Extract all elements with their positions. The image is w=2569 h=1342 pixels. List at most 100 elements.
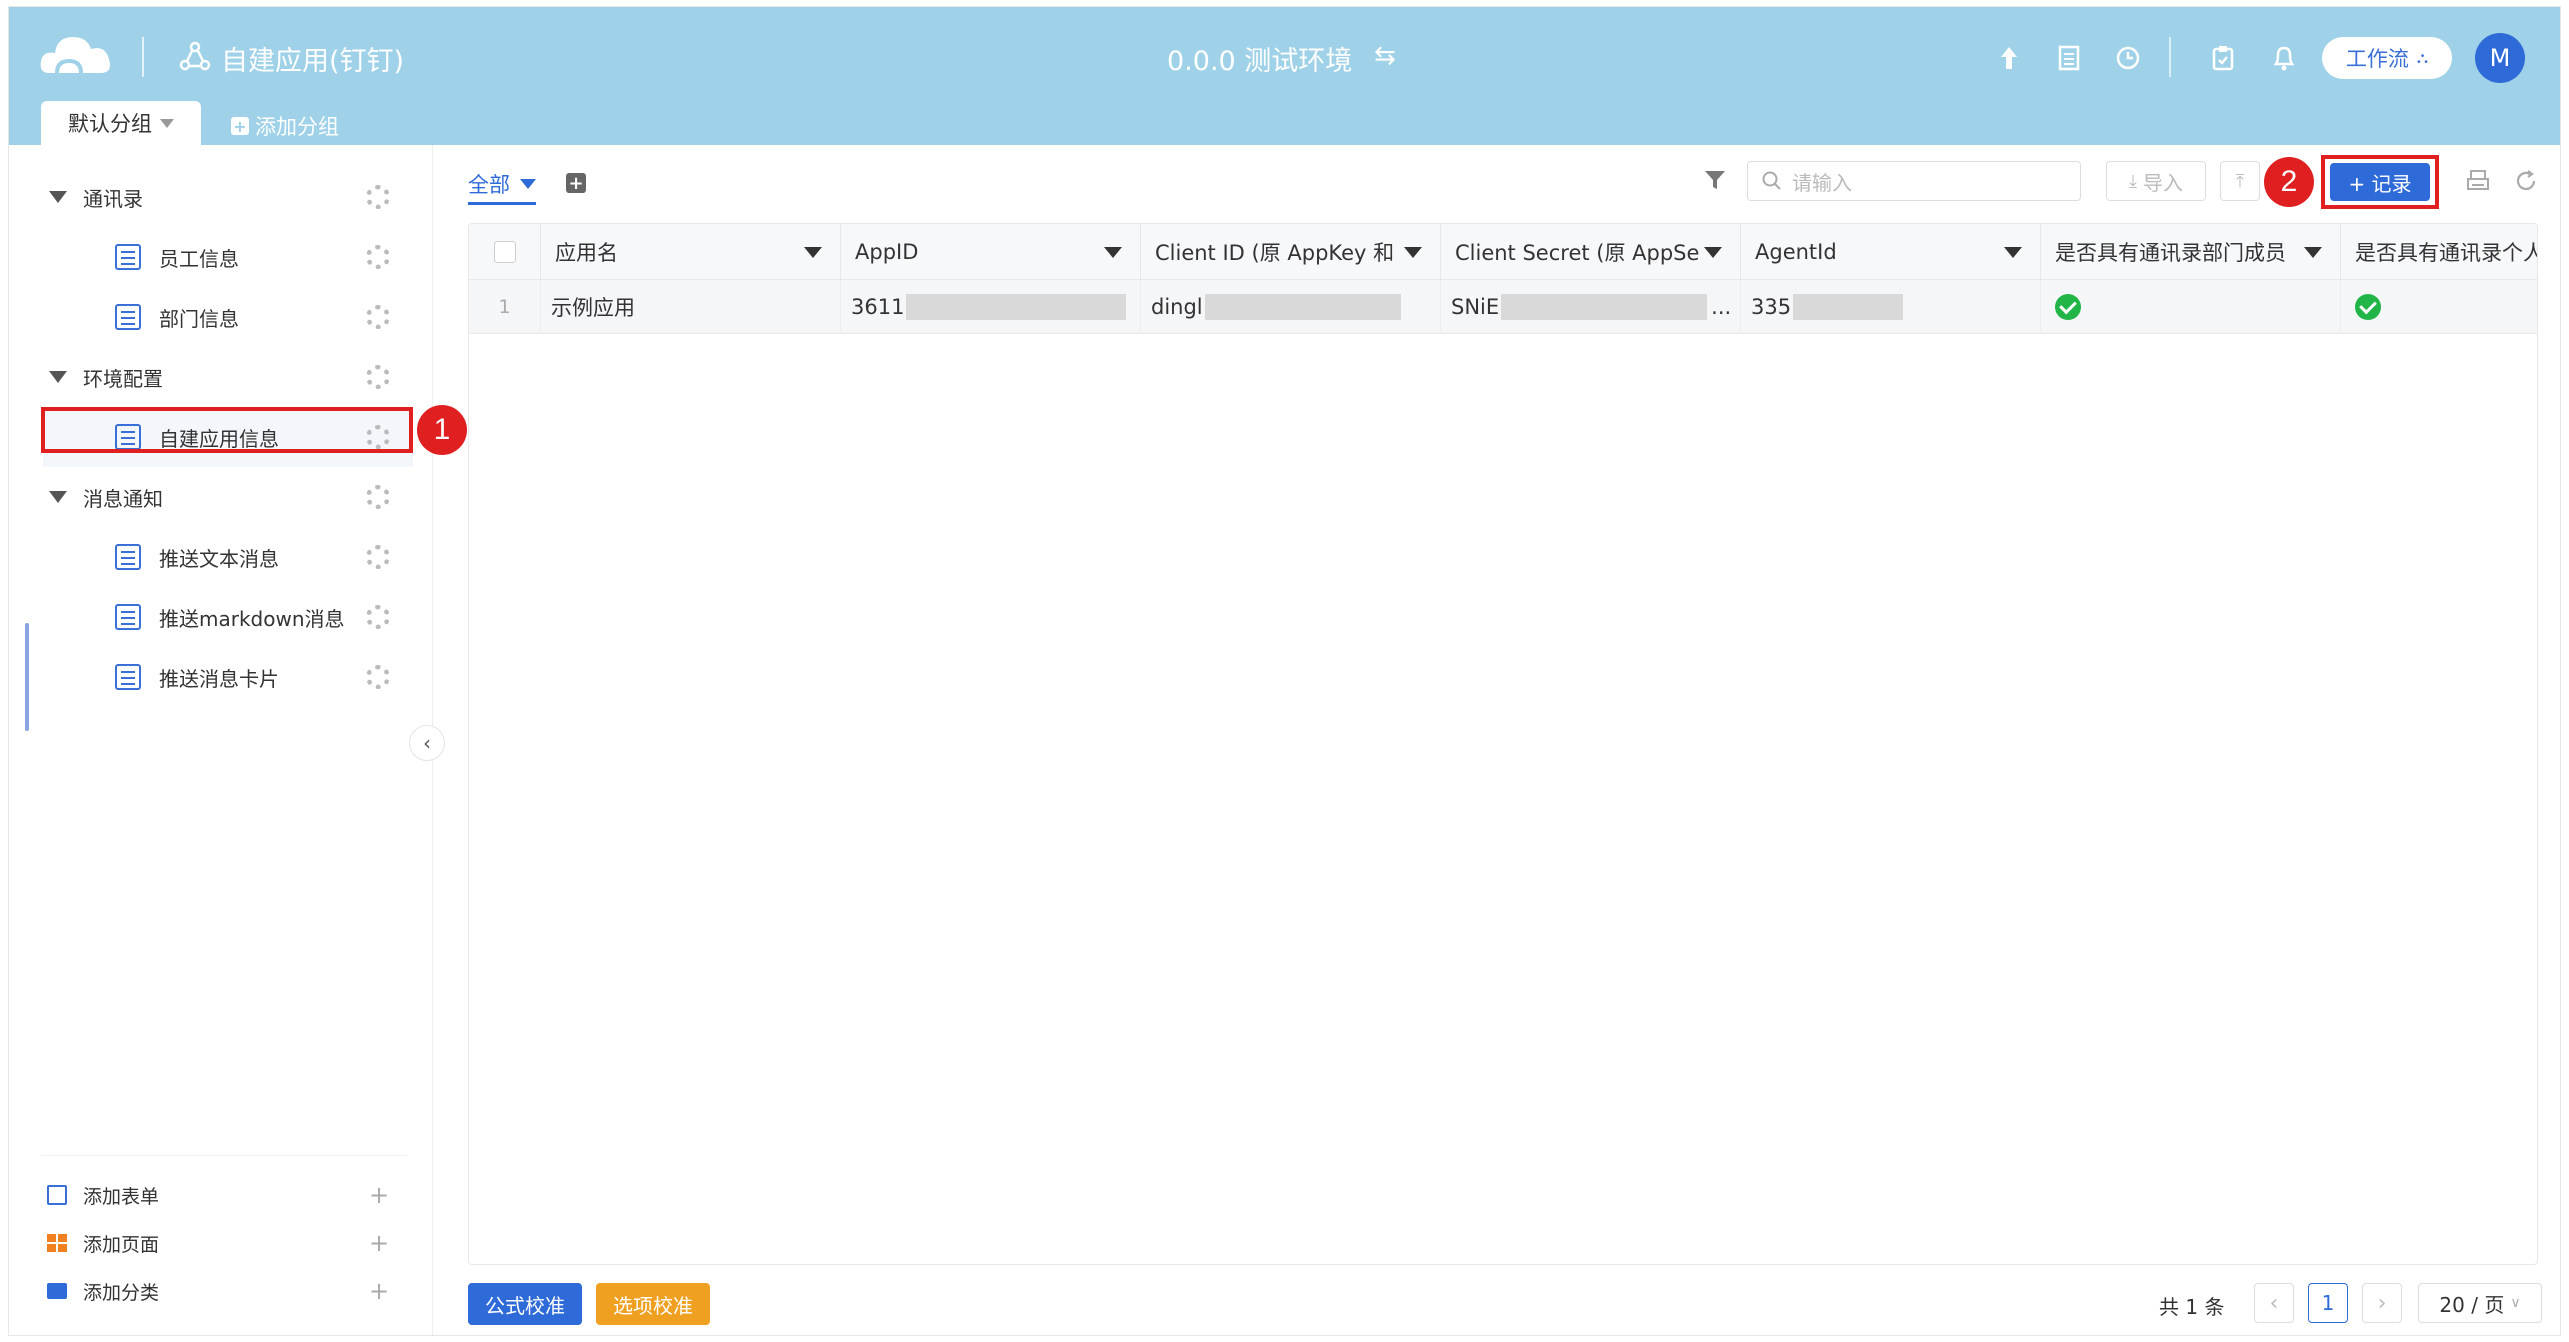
sidebar-item-push-card[interactable]: 推送消息卡片 [9,647,433,707]
sidebar-item-label: 推送文本消息 [159,546,279,571]
gear-icon[interactable] [366,485,390,509]
annotation-badge-2: 2 [2264,157,2314,207]
check-circle-icon [2055,294,2081,320]
sidebar-item-department-info[interactable]: 部门信息 [9,287,433,347]
switch-env-icon[interactable]: ⇆ [1374,41,1396,71]
column-header-app-id[interactable]: AppID [841,224,1141,280]
add-form-item[interactable]: 添加表单 + [47,1175,413,1215]
sidebar-item-employee-info[interactable]: 员工信息 [9,227,433,287]
avatar[interactable]: M [2475,33,2525,83]
env-title[interactable]: 0.0.0 测试环境 [1167,39,1352,78]
sidebar-item-push-text[interactable]: 推送文本消息 [9,527,433,587]
top-header: 自建应用(钉钉) 0.0.0 测试环境 ⇆ 工作流 ⛬ M 默认分组 + 添加分… [9,7,2560,145]
select-all-checkbox[interactable] [493,241,516,263]
cell-app-id[interactable]: 3611 [841,280,1141,334]
history-icon[interactable] [2113,43,2143,73]
gear-icon[interactable] [366,185,390,209]
gear-icon[interactable] [366,665,390,689]
header-divider-2 [2169,37,2171,77]
search-placeholder: 请输入 [1792,170,1852,195]
filter-icon[interactable] [1704,169,1728,193]
clipboard-icon[interactable] [2209,43,2237,73]
dropdown-icon[interactable] [1704,247,1722,258]
dropdown-icon[interactable] [2004,247,2022,258]
column-header-client-secret[interactable]: Client Secret (原 AppSe [1441,224,1741,280]
logo-icon[interactable] [39,31,113,75]
cell-client-secret-text: SNiE [1451,295,1500,319]
row-index: 1 [469,280,541,334]
formula-calibrate-label: 公式校准 [485,1293,565,1318]
column-header-client-id[interactable]: Client ID (原 AppKey 和 [1141,224,1441,280]
plus-icon[interactable]: + [369,1277,389,1305]
dropdown-icon[interactable] [2304,247,2322,258]
cell-client-secret[interactable]: SNiE... [1441,280,1741,334]
bell-icon[interactable] [2270,43,2298,73]
prev-page-button[interactable]: ‹ [2254,1283,2294,1323]
sidebar-group-contacts[interactable]: 通讯录 [9,167,433,227]
export-icon: ⤒ [2236,170,2244,192]
gear-icon[interactable] [366,245,390,269]
app-title-icon [179,41,211,73]
collapse-triangle-icon[interactable] [49,371,67,383]
column-header-agent-id[interactable]: AgentId [1741,224,2041,280]
dropdown-icon[interactable] [804,247,822,258]
form-icon [115,604,141,630]
page-size-select[interactable]: 20 / 页 ∨ [2418,1283,2542,1323]
column-header-dept-member[interactable]: 是否具有通讯录部门成员 [2041,224,2341,280]
formula-calibrate-button[interactable]: 公式校准 [468,1283,582,1325]
plus-icon[interactable]: + [369,1229,389,1257]
collapse-triangle-icon[interactable] [49,191,67,203]
sidebar: 通讯录 员工信息 部门信息 环境配置 自建应用信息 消息通知 推送文本消息 推送… [9,145,467,1335]
sidebar-group-notifications[interactable]: 消息通知 [9,467,433,527]
next-page-button[interactable]: › [2362,1283,2402,1323]
workflow-button[interactable]: 工作流 ⛬ [2322,37,2452,79]
document-icon[interactable] [2055,43,2083,73]
cell-app-name[interactable]: 示例应用 [541,280,841,334]
upload-icon[interactable] [1995,43,2023,73]
add-group-tab[interactable]: + 添加分组 [231,111,339,141]
ellipsis: ... [1711,295,1732,319]
plus-icon[interactable]: + [369,1181,389,1209]
column-header-personal[interactable]: 是否具有通讯录个人 [2341,224,2537,280]
column-header-app-name[interactable]: 应用名 [541,224,841,280]
gear-icon[interactable] [366,545,390,569]
main-content: 全部 + 请输入 ⤓ 导入 ⤒ + 记录 2 应用名 AppID Client … [434,145,2560,1335]
total-count: 共 1 条 [2159,1295,2225,1319]
option-calibrate-button[interactable]: 选项校准 [596,1283,710,1325]
form-icon [115,544,141,570]
collapse-triangle-icon[interactable] [49,491,67,503]
tab-default-group[interactable]: 默认分组 [41,101,201,145]
sidebar-scrollbar[interactable] [25,623,29,731]
cell-dept-member[interactable] [2041,280,2341,334]
app-window: 自建应用(钉钉) 0.0.0 测试环境 ⇆ 工作流 ⛬ M 默认分组 + 添加分… [8,6,2561,1336]
app-title[interactable]: 自建应用(钉钉) [221,39,404,78]
print-icon[interactable] [2466,169,2492,195]
sidebar-item-label: 部门信息 [159,306,239,331]
gear-icon[interactable] [366,305,390,329]
page-number-button[interactable]: 1 [2308,1283,2348,1323]
refresh-icon[interactable] [2514,169,2540,195]
add-view-icon[interactable]: + [566,173,586,194]
cell-personal[interactable] [2341,280,2537,334]
chevron-down-icon [160,118,174,128]
gear-icon[interactable] [366,605,390,629]
column-header-label: 是否具有通讯录部门成员 [2055,241,2286,265]
cell-client-id[interactable]: dingl [1141,280,1441,334]
redacted-mask [1793,294,1904,320]
add-category-item[interactable]: 添加分类 + [47,1271,413,1311]
import-label: 导入 [2142,170,2183,195]
sidebar-group-env-config[interactable]: 环境配置 [9,347,433,407]
workflow-icon: ⛬ [2416,48,2429,67]
cell-agent-id[interactable]: 335 [1741,280,2041,334]
search-icon [1762,171,1781,190]
add-page-item[interactable]: 添加页面 + [47,1223,413,1263]
dropdown-icon[interactable] [1104,247,1122,258]
search-input[interactable]: 请输入 [1747,161,2081,201]
import-button[interactable]: ⤓ 导入 [2106,161,2206,201]
dropdown-icon[interactable] [1404,247,1422,258]
gear-icon[interactable] [366,365,390,389]
sidebar-item-push-markdown[interactable]: 推送markdown消息 [9,587,433,647]
export-button[interactable]: ⤒ [2220,161,2260,201]
cell-agent-id-text: 335 [1751,295,1792,319]
view-selector[interactable]: 全部 [468,169,536,205]
